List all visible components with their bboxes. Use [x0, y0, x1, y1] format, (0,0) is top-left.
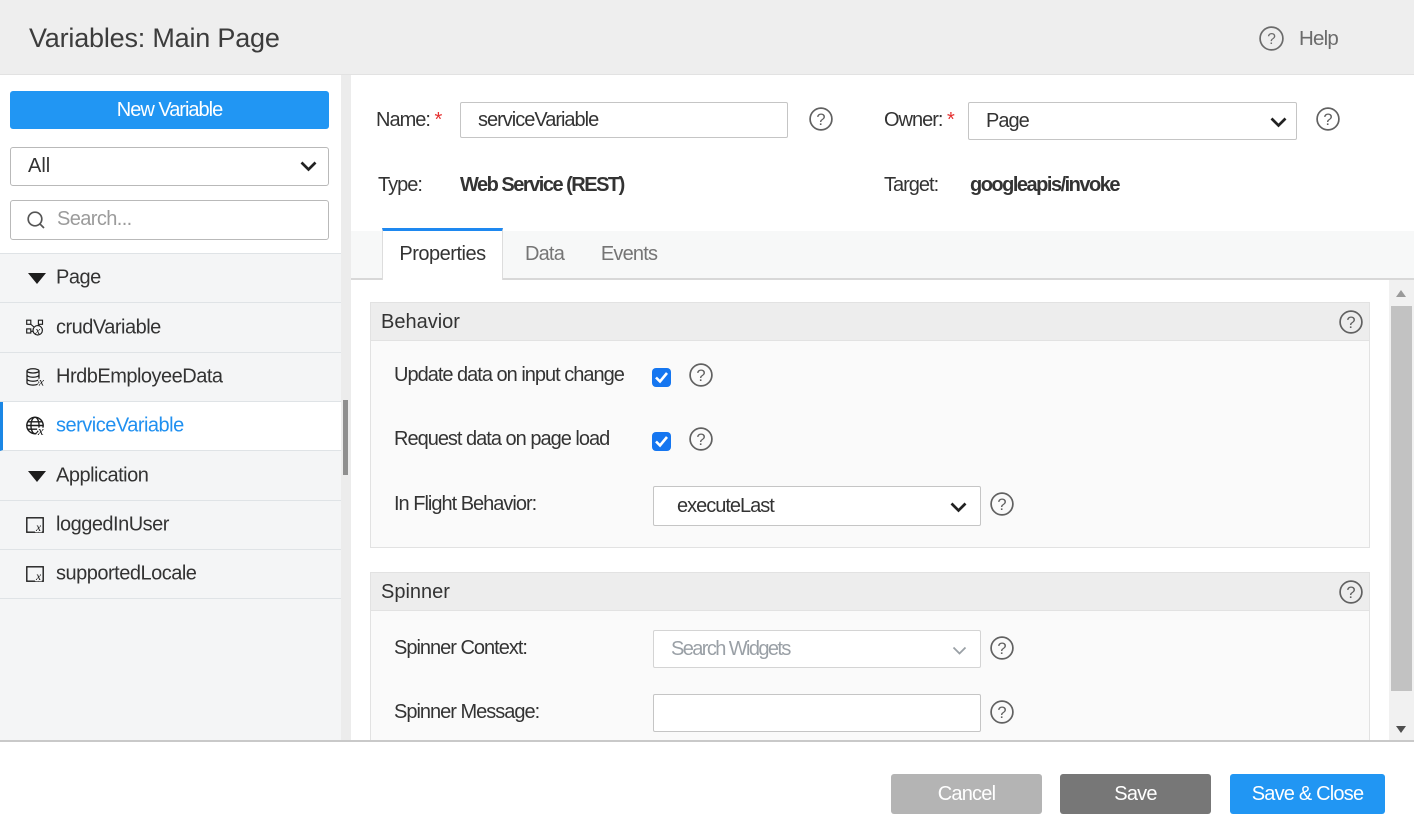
svg-text:?: ?: [1346, 584, 1355, 602]
svg-text:?: ?: [816, 111, 825, 129]
svg-text:?: ?: [997, 704, 1006, 722]
svg-text:?: ?: [1346, 314, 1355, 332]
svg-text:?: ?: [1323, 111, 1332, 129]
svg-text:?: ?: [997, 496, 1006, 514]
svg-text:x: x: [34, 325, 40, 336]
svg-text:x: x: [37, 423, 44, 436]
svg-text:x: x: [38, 376, 45, 386]
svg-text:x: x: [35, 571, 42, 582]
svg-text:?: ?: [997, 640, 1006, 658]
svg-text:?: ?: [696, 431, 705, 449]
svg-text:?: ?: [1267, 31, 1276, 48]
svg-text:x: x: [35, 522, 42, 533]
svg-text:?: ?: [696, 367, 705, 385]
